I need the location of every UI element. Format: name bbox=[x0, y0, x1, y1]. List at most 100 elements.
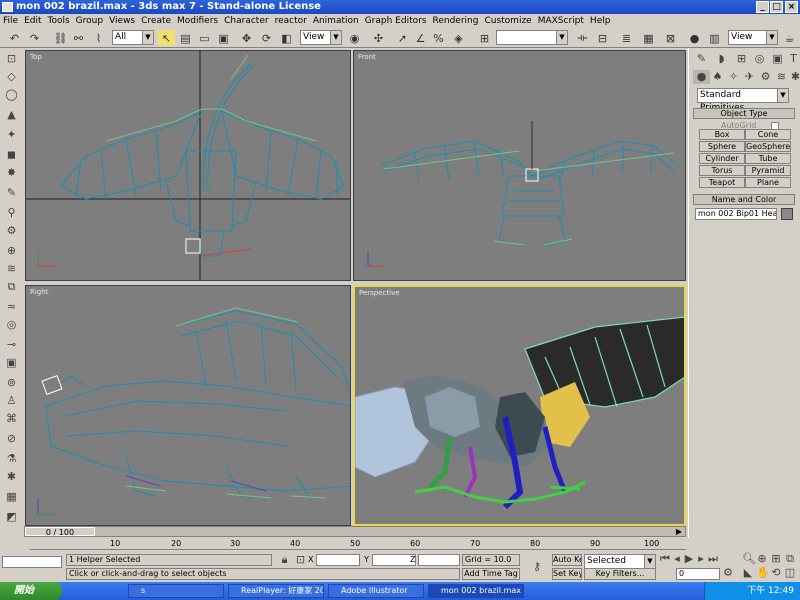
zoom-extents-icon[interactable]: ⊞ bbox=[770, 552, 782, 566]
start-button[interactable]: 開始 bbox=[0, 582, 62, 600]
morph-icon[interactable]: ⊘ bbox=[3, 432, 20, 446]
viewport-label-perspective[interactable]: Perspective bbox=[359, 289, 400, 297]
curve-editor-icon[interactable]: ▦ bbox=[640, 30, 657, 46]
layer-manager-icon[interactable]: ≣ bbox=[618, 30, 635, 46]
undo-icon[interactable]: ↶ bbox=[6, 30, 23, 46]
time-config-icon[interactable]: ⚙ bbox=[722, 566, 734, 580]
field-of-view-icon[interactable]: ◣ bbox=[742, 566, 754, 580]
window-crossing-icon[interactable]: ▣ bbox=[215, 30, 232, 46]
time-slider[interactable]: 0 / 100 ▶ bbox=[24, 526, 686, 537]
cameras-icon[interactable]: ✈ bbox=[741, 70, 758, 84]
camera-icon[interactable]: ◼ bbox=[3, 148, 20, 162]
select-object-icon[interactable]: ↖ bbox=[158, 30, 175, 46]
move-icon[interactable]: ✥ bbox=[238, 30, 255, 46]
sphere-icon[interactable]: ◯ bbox=[3, 88, 20, 102]
auto-key-button[interactable]: Auto Key bbox=[552, 554, 582, 566]
system-tray-clock[interactable]: 下午 12:49 bbox=[704, 582, 800, 600]
rectangular-selection-icon[interactable]: ▭ bbox=[196, 30, 213, 46]
tube-button[interactable]: Tube bbox=[745, 153, 791, 164]
pivot-center-icon[interactable]: ◉ bbox=[346, 30, 363, 46]
next-frame-icon[interactable]: ▸ bbox=[696, 552, 706, 566]
lock-icon[interactable]: ⊡ bbox=[3, 52, 20, 66]
play-icon[interactable]: ▶ bbox=[684, 552, 694, 566]
align-icon[interactable]: ⊟ bbox=[594, 30, 611, 46]
taskbar-item-3dsmax[interactable]: mon 002 brazil.max -... bbox=[428, 584, 524, 598]
create-tab-icon[interactable]: ✎ bbox=[693, 52, 710, 66]
viewport-top[interactable]: Top bbox=[25, 50, 351, 281]
add-time-tag-button[interactable]: Add Time Tag bbox=[462, 568, 520, 580]
mesh-icon[interactable]: ▲ bbox=[3, 108, 20, 122]
object-name-field[interactable]: mon 002 Bip01 HeadN bbox=[695, 208, 777, 220]
snaps-toggle-icon[interactable]: ➚ bbox=[394, 30, 411, 46]
lights-icon[interactable]: ✧ bbox=[725, 70, 742, 84]
gear-icon[interactable]: ⚙ bbox=[3, 224, 20, 238]
schematic-view-icon[interactable]: ⊠ bbox=[662, 30, 679, 46]
teapot-button[interactable]: Teapot bbox=[699, 177, 745, 188]
object-color-swatch[interactable] bbox=[781, 208, 793, 220]
minimize-button[interactable]: _ bbox=[756, 1, 769, 13]
maximize-viewport-icon[interactable]: ◫ bbox=[784, 566, 796, 580]
box-button[interactable]: Box bbox=[699, 129, 745, 140]
selection-filter-dropdown[interactable]: All ▼ bbox=[112, 30, 154, 45]
render-type-dropdown[interactable]: View ▼ bbox=[728, 30, 778, 45]
select-by-name-icon[interactable]: ▤ bbox=[177, 30, 194, 46]
cone-button[interactable]: Cone bbox=[745, 129, 791, 140]
go-to-start-icon[interactable]: ⏮ bbox=[660, 552, 670, 566]
app-icon[interactable] bbox=[2, 2, 13, 12]
reference-coordinate-dropdown[interactable]: View ▼ bbox=[300, 30, 342, 45]
redo-icon[interactable]: ↷ bbox=[26, 30, 43, 46]
hierarchy-tab-icon[interactable]: ⊞ bbox=[733, 52, 750, 66]
edit-named-selection-icon[interactable]: ⊞ bbox=[476, 30, 493, 46]
mirror-icon[interactable]: ⟛ bbox=[574, 30, 591, 46]
render-scene-icon[interactable]: ▥ bbox=[706, 30, 723, 46]
object-type-rollout[interactable]: Object Type bbox=[693, 108, 795, 119]
taskbar-item-realplayer[interactable]: RealPlayer: 好康家 20... bbox=[228, 584, 324, 598]
link-icon[interactable]: ⚲ bbox=[3, 206, 20, 220]
helpers-icon[interactable]: ⚙ bbox=[757, 70, 774, 84]
time-slider-next-icon[interactable]: ▶ bbox=[673, 527, 685, 536]
patch-icon[interactable]: ▦ bbox=[3, 490, 20, 504]
motion-tab-icon[interactable]: ◎ bbox=[751, 52, 768, 66]
menu-rendering[interactable]: Rendering bbox=[430, 14, 482, 28]
cylinder-button[interactable]: Cylinder bbox=[699, 153, 745, 164]
rotate-icon[interactable]: ⟳ bbox=[258, 30, 275, 46]
absolute-mode-icon[interactable]: ⊡ bbox=[292, 553, 309, 567]
systems-icon[interactable]: ✱ bbox=[787, 70, 800, 84]
plane-button[interactable]: Plane bbox=[745, 177, 791, 188]
biped-icon[interactable]: ♙ bbox=[3, 394, 20, 408]
zoom-extents-all-icon[interactable]: ⧉ bbox=[784, 552, 796, 566]
pan-icon[interactable]: ✋ bbox=[756, 566, 770, 580]
maximize-button[interactable]: □ bbox=[770, 1, 783, 13]
render-icon[interactable]: ◩ bbox=[3, 510, 20, 524]
menu-animation[interactable]: Animation bbox=[310, 14, 362, 28]
menu-customize[interactable]: Customize bbox=[481, 14, 534, 28]
track-bar[interactable]: 10 20 30 40 50 60 70 80 90 100 bbox=[30, 538, 686, 550]
menu-group[interactable]: Group bbox=[73, 14, 106, 28]
wave-icon[interactable]: ≈ bbox=[3, 300, 20, 314]
time-slider-thumb[interactable]: 0 / 100 bbox=[25, 527, 95, 537]
scale-icon[interactable]: ◧ bbox=[278, 30, 295, 46]
object-icon[interactable]: ◇ bbox=[3, 70, 20, 84]
fx-icon[interactable]: ⚗ bbox=[3, 452, 20, 466]
geosphere-button[interactable]: GeoSphere bbox=[745, 141, 791, 152]
brush-icon[interactable]: ✎ bbox=[3, 186, 20, 200]
viewport-front[interactable]: Front bbox=[353, 50, 686, 281]
star-icon[interactable]: ✦ bbox=[3, 128, 20, 142]
viewport-label-front[interactable]: Front bbox=[358, 53, 376, 61]
menu-reactor[interactable]: reactor bbox=[272, 14, 310, 28]
set-key-button[interactable]: Set Key bbox=[552, 568, 582, 580]
bind-spacewarp-icon[interactable]: ⌇ bbox=[90, 30, 107, 46]
material-editor-icon[interactable]: ● bbox=[686, 30, 703, 46]
taskbar-item-folder[interactable]: s bbox=[128, 584, 224, 598]
menu-modifiers[interactable]: Modifiers bbox=[174, 14, 221, 28]
display-tab-icon[interactable]: ▣ bbox=[769, 52, 786, 66]
unlink-icon[interactable]: ⚯ bbox=[70, 30, 87, 46]
box-icon[interactable]: ▣ bbox=[3, 356, 20, 370]
z-coord-field[interactable] bbox=[418, 554, 460, 566]
x-coord-field[interactable] bbox=[316, 554, 360, 566]
zoom-all-icon[interactable]: ⊕ bbox=[756, 552, 768, 566]
percent-snap-icon[interactable]: % bbox=[430, 30, 447, 46]
name-and-color-rollout[interactable]: Name and Color bbox=[693, 194, 795, 205]
menu-character[interactable]: Character bbox=[221, 14, 271, 28]
key-filters-button[interactable]: Key Filters... bbox=[584, 568, 656, 580]
